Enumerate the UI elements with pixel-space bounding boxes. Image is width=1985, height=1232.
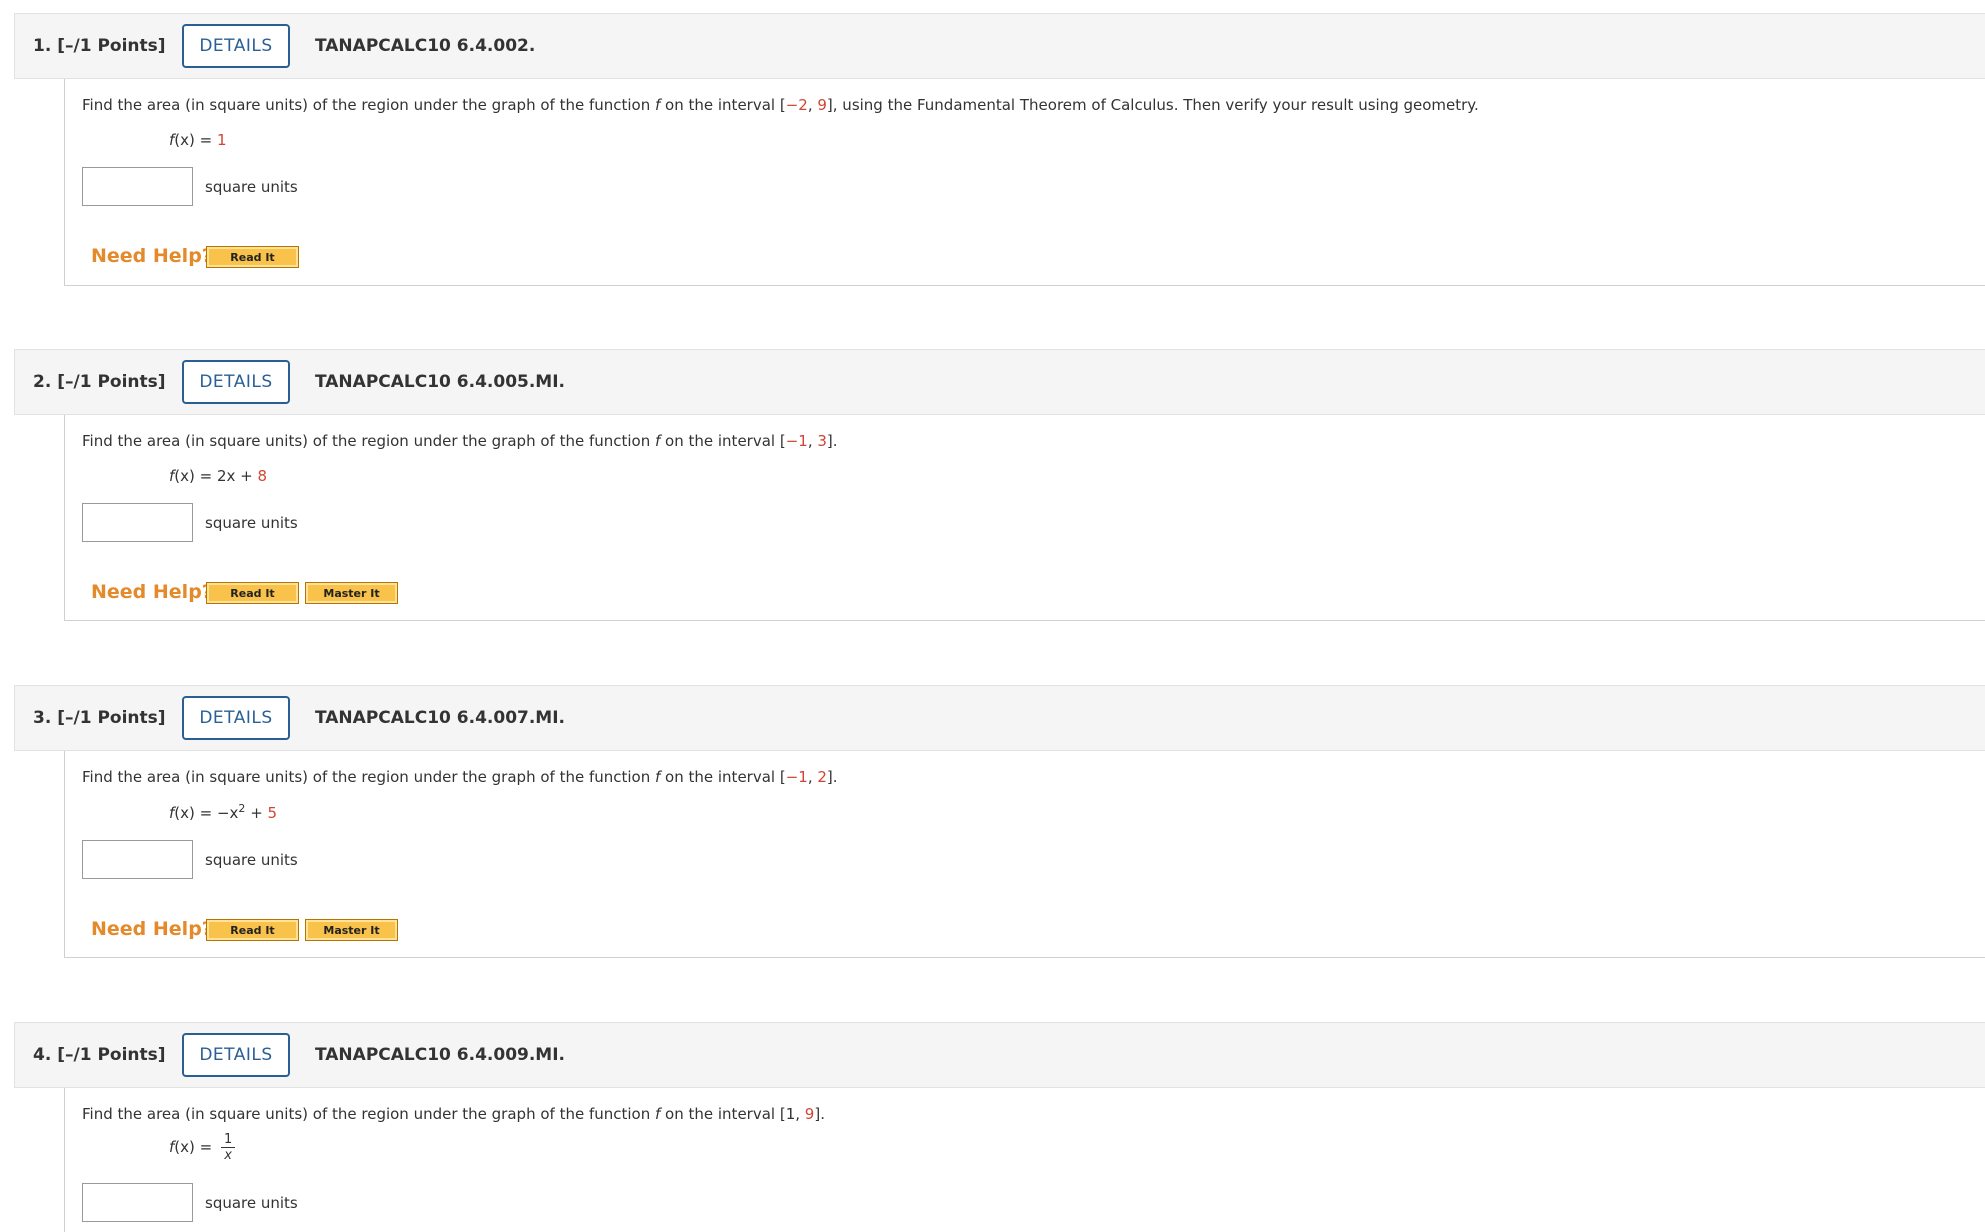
read-it-button[interactable]: Read It [206, 919, 299, 941]
details-button[interactable]: DETAILS [182, 360, 290, 404]
function-definition: f(x) = −x2 + 5 [169, 802, 278, 822]
question-body: Find the area (in square units) of the r… [64, 79, 1985, 286]
need-help-label: Need Help? [91, 581, 213, 603]
units-label: square units [205, 851, 298, 869]
answer-input[interactable] [82, 503, 193, 542]
function-definition: f(x) = 1 [169, 131, 227, 149]
question-code: TANAPCALC10 6.4.009.MI. [315, 1045, 566, 1065]
question-header: 2. [–/1 Points] DETAILS TANAPCALC10 6.4.… [14, 349, 1985, 415]
assignment-page: 1. [–/1 Points] DETAILS TANAPCALC10 6.4.… [0, 0, 1985, 1232]
answer-input[interactable] [82, 840, 193, 879]
question-number-points: 3. [–/1 Points] [33, 708, 166, 728]
units-label: square units [205, 1194, 298, 1212]
question-header: 3. [–/1 Points] DETAILS TANAPCALC10 6.4.… [14, 685, 1985, 751]
question-code: TANAPCALC10 6.4.007.MI. [315, 708, 566, 728]
question-1: 1. [–/1 Points] DETAILS TANAPCALC10 6.4.… [14, 13, 1985, 286]
question-body: Find the area (in square units) of the r… [64, 751, 1985, 958]
read-it-button[interactable]: Read It [206, 246, 299, 268]
question-3: 3. [–/1 Points] DETAILS TANAPCALC10 6.4.… [14, 685, 1985, 958]
answer-input[interactable] [82, 1183, 193, 1222]
function-definition: f(x) = 1x [169, 1132, 236, 1163]
answer-input[interactable] [82, 167, 193, 206]
question-4: 4. [–/1 Points] DETAILS TANAPCALC10 6.4.… [14, 1022, 1985, 1232]
details-button[interactable]: DETAILS [182, 1033, 290, 1077]
need-help-label: Need Help? [91, 245, 213, 267]
function-definition: f(x) = 2x + 8 [169, 467, 268, 485]
need-help-label: Need Help? [91, 918, 213, 940]
question-number-points: 1. [–/1 Points] [33, 36, 166, 56]
question-header: 1. [–/1 Points] DETAILS TANAPCALC10 6.4.… [14, 13, 1985, 79]
question-prompt: Find the area (in square units) of the r… [82, 96, 1479, 114]
question-code: TANAPCALC10 6.4.002. [315, 36, 536, 56]
question-number-points: 2. [–/1 Points] [33, 372, 166, 392]
details-button[interactable]: DETAILS [182, 696, 290, 740]
master-it-button[interactable]: Master It [305, 582, 398, 604]
fraction: 1x [220, 1132, 236, 1163]
question-code: TANAPCALC10 6.4.005.MI. [315, 372, 566, 392]
question-number-points: 4. [–/1 Points] [33, 1045, 166, 1065]
question-prompt: Find the area (in square units) of the r… [82, 432, 838, 450]
units-label: square units [205, 178, 298, 196]
master-it-button[interactable]: Master It [305, 919, 398, 941]
details-button[interactable]: DETAILS [182, 24, 290, 68]
question-header: 4. [–/1 Points] DETAILS TANAPCALC10 6.4.… [14, 1022, 1985, 1088]
units-label: square units [205, 514, 298, 532]
read-it-button[interactable]: Read It [206, 582, 299, 604]
question-2: 2. [–/1 Points] DETAILS TANAPCALC10 6.4.… [14, 349, 1985, 621]
question-prompt: Find the area (in square units) of the r… [82, 768, 838, 786]
question-prompt: Find the area (in square units) of the r… [82, 1105, 825, 1123]
question-body: Find the area (in square units) of the r… [64, 1088, 1985, 1232]
question-body: Find the area (in square units) of the r… [64, 415, 1985, 621]
